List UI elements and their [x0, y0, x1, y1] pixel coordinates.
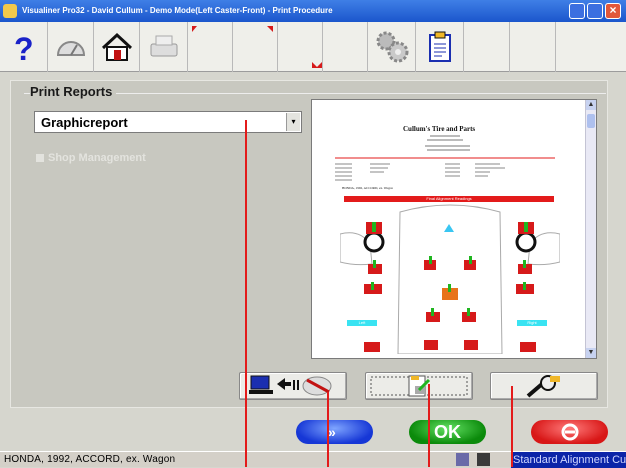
gauge-button[interactable] [48, 22, 94, 72]
clipboard-button[interactable] [416, 22, 464, 72]
report-type-value: Graphicreport [41, 115, 128, 130]
chevron-down-icon[interactable]: ▾ [286, 113, 300, 131]
toolbar-empty-2[interactable] [510, 22, 556, 72]
report-preview-icon [370, 375, 468, 397]
settings-icon [376, 31, 408, 63]
preview-report-button[interactable] [365, 372, 473, 400]
cancel-icon [561, 423, 578, 441]
preview-vehicle-line: HONDA, 1992, ACCORD, ex. Wagon [342, 186, 393, 190]
scroll-down-button[interactable]: ▼ [586, 348, 596, 358]
status-vehicle: HONDA, 1992, ACCORD, ex. Wagon [4, 454, 176, 465]
red-corner-icon [312, 62, 322, 68]
printer-icon [150, 35, 177, 57]
toolbar: ? [0, 22, 626, 72]
home-button[interactable] [94, 22, 140, 72]
preview-scrollbar[interactable]: ▲ ▼ [585, 100, 596, 358]
preview-right-label: Right [517, 320, 547, 326]
toolbar-marker-2[interactable] [233, 22, 278, 72]
next-button[interactable]: » [296, 420, 373, 444]
ok-button[interactable]: OK [409, 420, 486, 444]
window-title: Visualiner Pro32 - David Cullum - Demo M… [22, 6, 333, 15]
computer-transfer-icon [249, 375, 332, 396]
minimize-button[interactable] [569, 3, 585, 19]
shop-management-checkbox[interactable]: Shop Management [36, 152, 146, 164]
preview-banner: Final Alignment Readings [344, 196, 554, 202]
toolbar-empty-1[interactable] [464, 22, 510, 72]
scroll-thumb[interactable] [587, 114, 595, 128]
preview-text-lines [335, 135, 555, 181]
search-report-button[interactable] [490, 372, 598, 400]
callout-line [428, 384, 430, 467]
scroll-up-button[interactable]: ▲ [586, 100, 596, 110]
callout-line [511, 386, 513, 467]
preview-shop-name: Cullum's Tire and Parts [403, 125, 476, 133]
section-title: Print Reports [30, 84, 117, 99]
callout-line [327, 392, 329, 467]
toolbar-marker-1[interactable] [188, 22, 233, 72]
person-icon [456, 453, 469, 466]
gauge-icon [56, 41, 85, 56]
shop-management-label: Shop Management [48, 152, 146, 164]
checkbox-box [36, 154, 44, 163]
clipboard-icon [428, 31, 451, 62]
status-bar: HONDA, 1992, ACCORD, ex. Wagon Standard … [0, 451, 626, 468]
toolbar-marker-3[interactable] [278, 22, 323, 72]
maximize-button[interactable] [587, 3, 603, 19]
cancel-button[interactable] [531, 420, 608, 444]
settings-button[interactable] [368, 22, 416, 72]
status-mode: Standard Alignment Cust [511, 452, 626, 468]
red-corner-icon [192, 26, 197, 32]
close-button[interactable]: × [605, 3, 621, 19]
home-icon [101, 32, 132, 61]
help-icon: ? [14, 31, 34, 64]
send-to-pc-button[interactable] [239, 372, 347, 400]
print-button[interactable] [140, 22, 188, 72]
help-button[interactable]: ? [0, 22, 48, 72]
magnifier-icon [526, 375, 560, 398]
callout-line [245, 120, 247, 467]
preview-alignment-diagram [340, 204, 560, 354]
grid-icon [477, 453, 490, 466]
preview-left-label: Left [347, 320, 377, 326]
app-icon [3, 4, 17, 18]
red-corner-icon [267, 26, 273, 32]
report-type-dropdown[interactable]: Graphicreport ▾ [34, 111, 302, 133]
title-bar: Visualiner Pro32 - David Cullum - Demo M… [0, 0, 626, 22]
toolbar-marker-4[interactable] [323, 22, 368, 72]
svg-text:?: ? [14, 31, 34, 64]
